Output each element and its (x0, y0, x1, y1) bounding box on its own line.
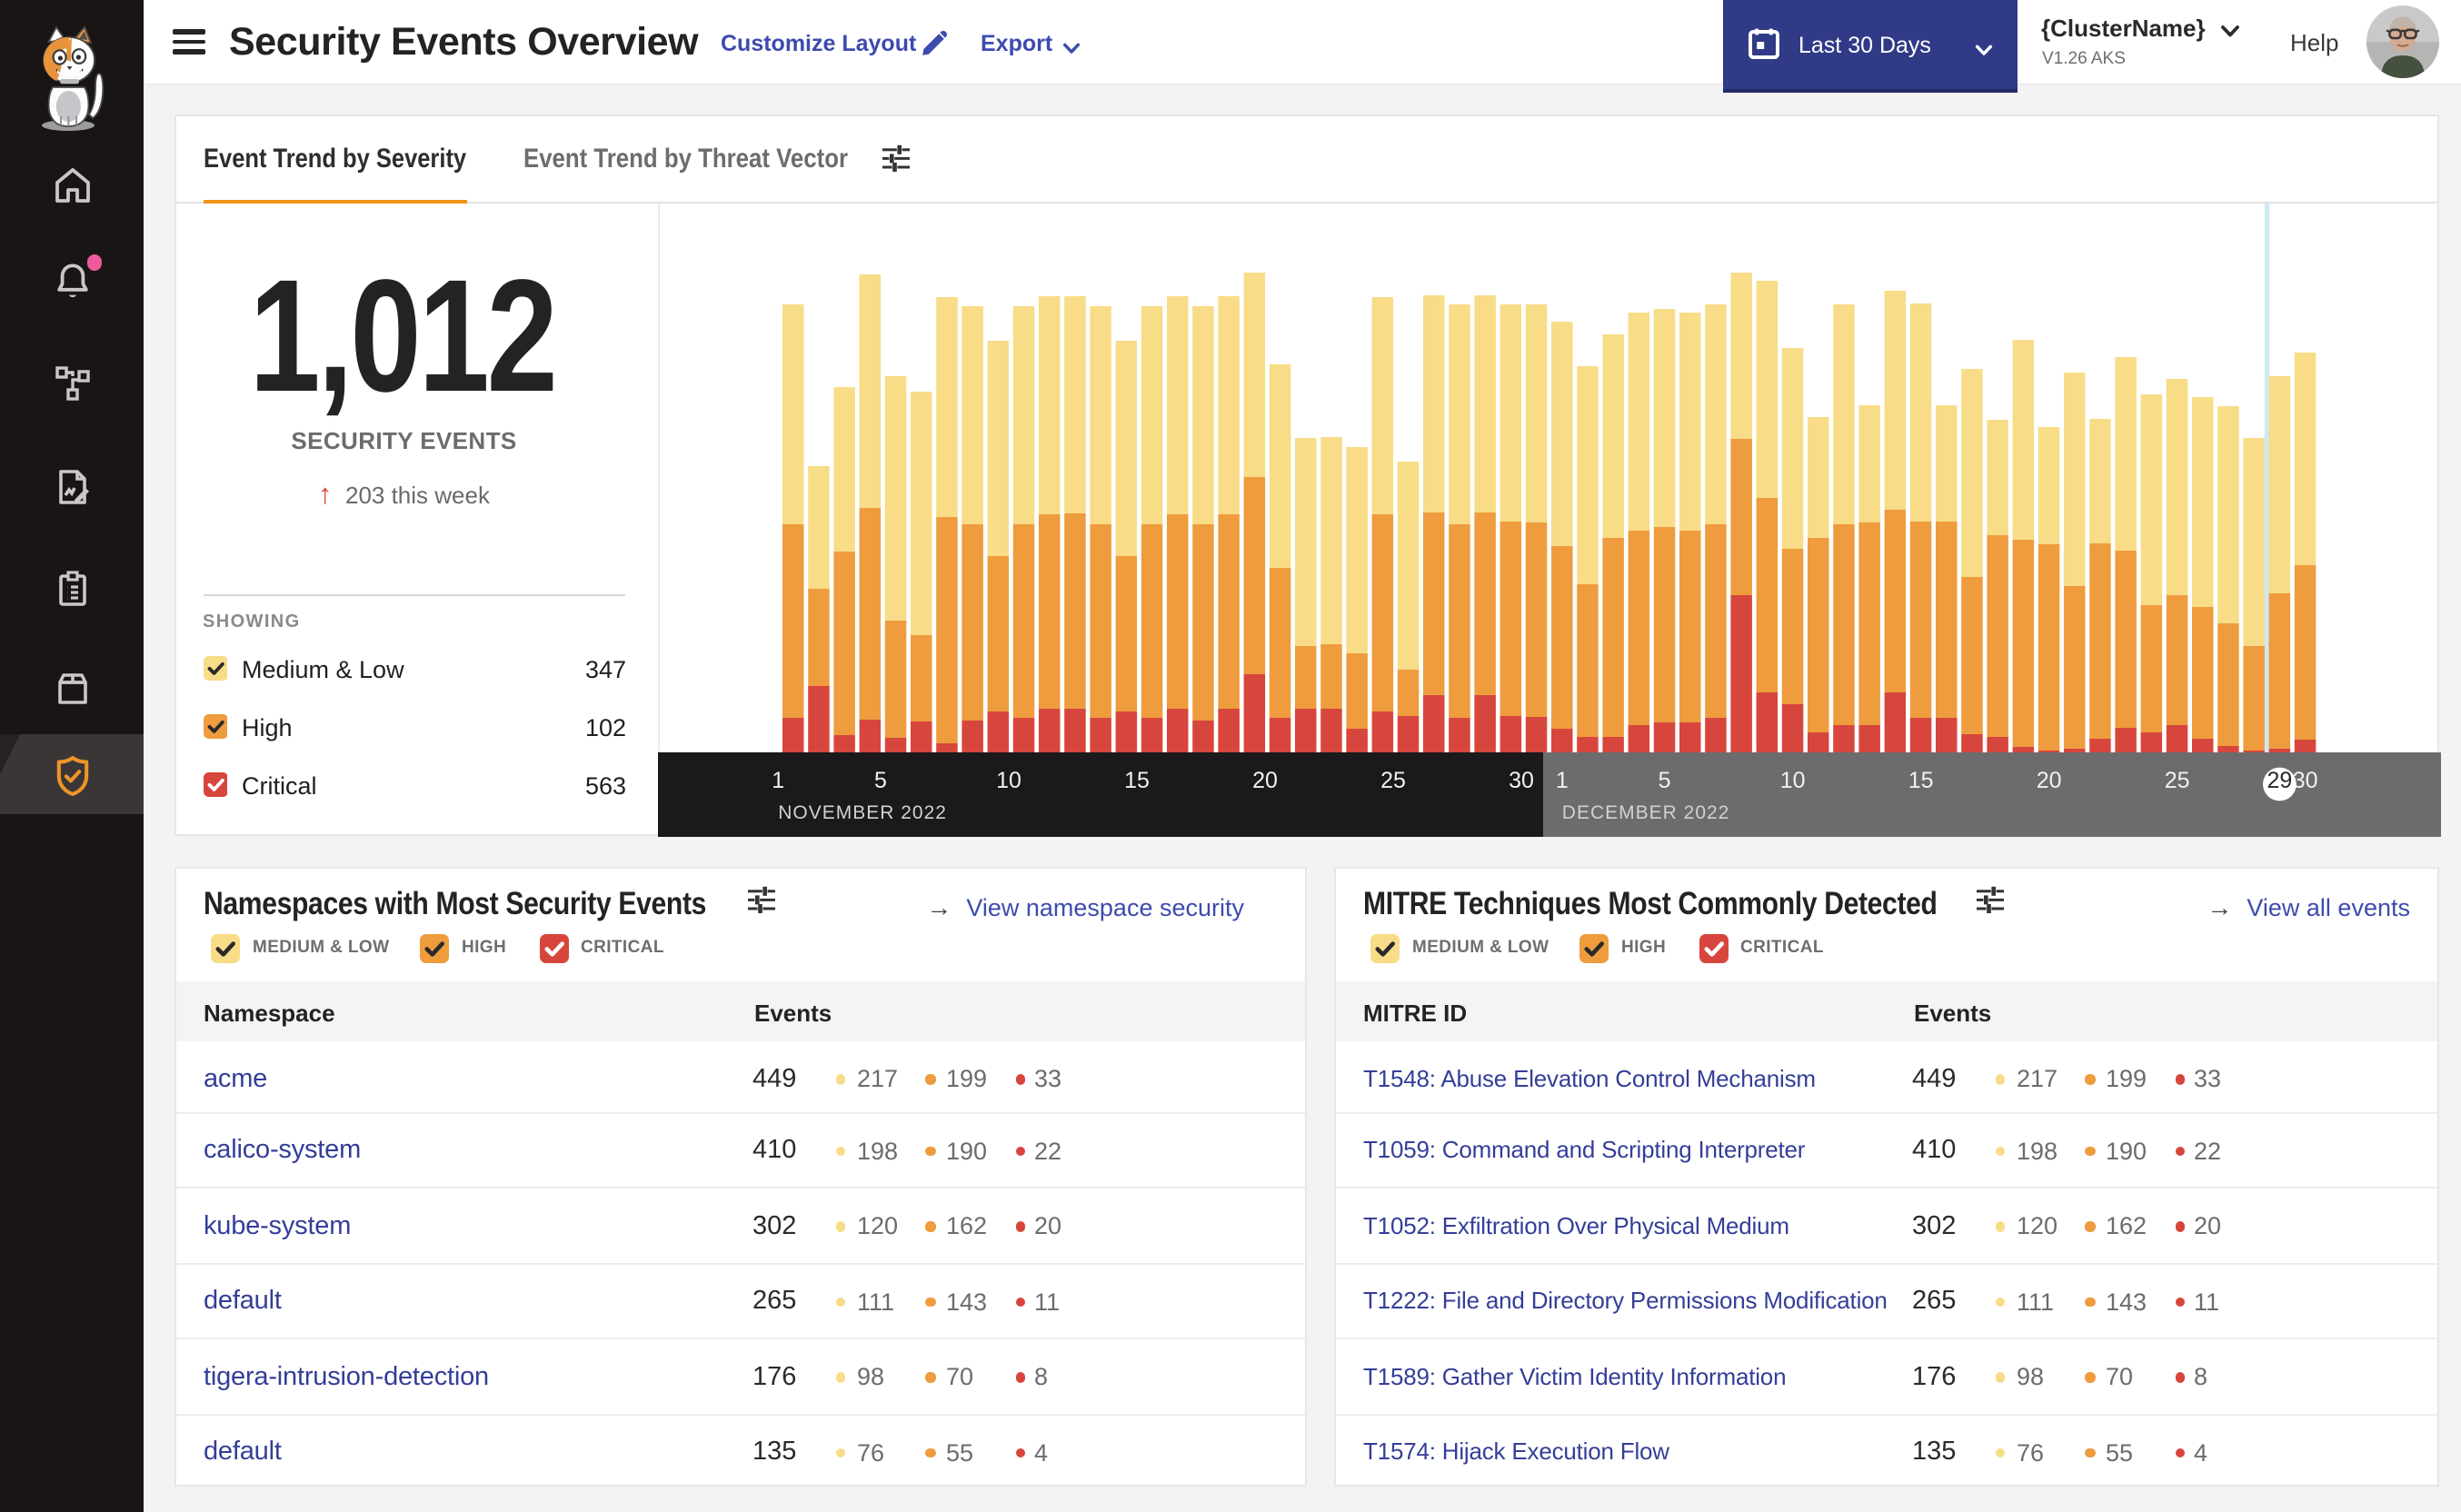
svg-text:1: 1 (771, 768, 783, 793)
svg-text:20: 20 (2036, 768, 2061, 793)
svg-text:NOVEMBER 2022: NOVEMBER 2022 (777, 802, 946, 823)
svg-text:10: 10 (1779, 768, 1805, 793)
svg-text:25: 25 (1380, 768, 1405, 793)
svg-text:20: 20 (1251, 768, 1277, 793)
svg-text:15: 15 (1908, 768, 1933, 793)
svg-text:15: 15 (1123, 768, 1149, 793)
svg-text:30: 30 (1508, 768, 1533, 793)
svg-text:5: 5 (873, 768, 886, 793)
svg-text:30: 30 (2292, 768, 2317, 793)
svg-text:1: 1 (1555, 768, 1568, 793)
svg-text:5: 5 (1658, 768, 1670, 793)
svg-text:10: 10 (995, 768, 1021, 793)
svg-text:25: 25 (2164, 768, 2189, 793)
svg-text:29: 29 (2266, 768, 2291, 793)
svg-text:DECEMBER 2022: DECEMBER 2022 (1561, 802, 1729, 823)
